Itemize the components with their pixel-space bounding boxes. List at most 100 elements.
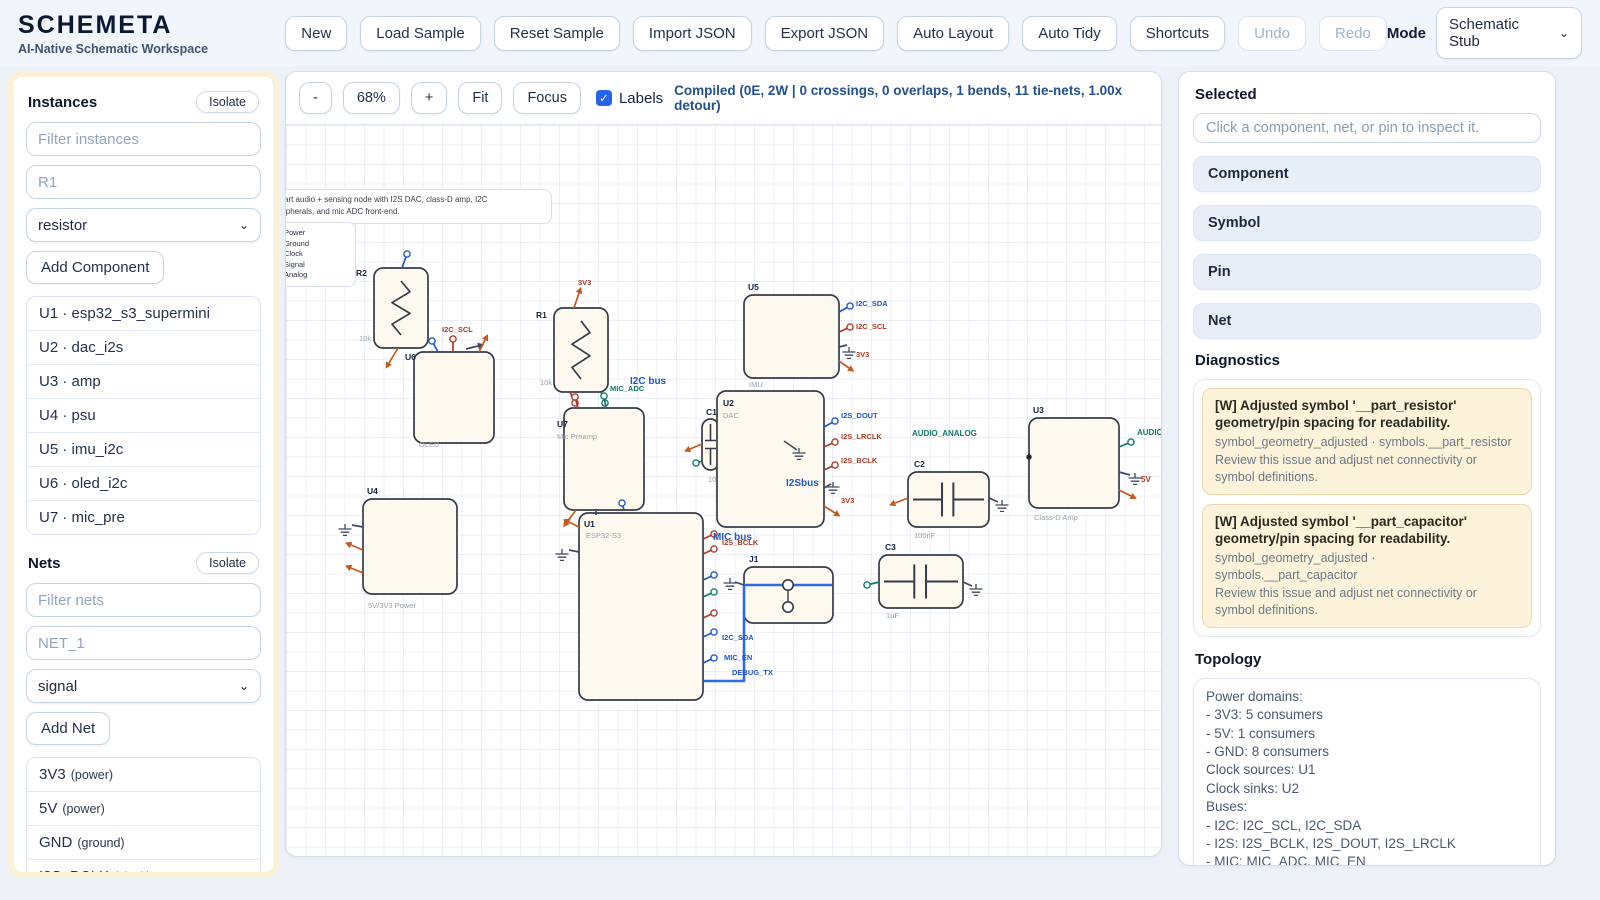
ground-icon[interactable] bbox=[827, 482, 840, 493]
instance-item-u5[interactable]: U5 · imu_i2c bbox=[27, 433, 260, 467]
net-label-i2s-dout[interactable]: I2S_DOUT bbox=[841, 411, 878, 420]
header-button-load-sample[interactable]: Load Sample bbox=[360, 16, 480, 51]
pin[interactable] bbox=[345, 542, 363, 550]
net-label-audio-analog[interactable]: AUDIO_ANALOG bbox=[1137, 428, 1161, 437]
instance-item-u2[interactable]: U2 · dac_i2s bbox=[27, 331, 260, 365]
net-item-i2s-bclk[interactable]: I2S_BCLK(clock) bbox=[27, 860, 260, 878]
component-R1[interactable]: R110k bbox=[536, 308, 608, 392]
pin[interactable] bbox=[839, 303, 853, 312]
pin[interactable] bbox=[345, 565, 363, 573]
pin[interactable] bbox=[864, 582, 879, 588]
net-label-5v[interactable]: 5V bbox=[1141, 475, 1151, 484]
pin[interactable] bbox=[989, 498, 998, 502]
pin[interactable] bbox=[703, 546, 717, 554]
header-button-undo[interactable]: Undo bbox=[1238, 16, 1306, 51]
header-button-shortcuts[interactable]: Shortcuts bbox=[1130, 16, 1225, 51]
zoom-level-button[interactable]: 68% bbox=[343, 82, 400, 114]
header-button-redo[interactable]: Redo bbox=[1319, 16, 1387, 51]
component-U6[interactable]: U6OLED bbox=[405, 352, 494, 449]
component-U5[interactable]: U5IMU bbox=[744, 282, 839, 389]
connector-port[interactable] bbox=[783, 580, 793, 590]
selected-section-component[interactable]: Component bbox=[1193, 156, 1541, 192]
net-label-i2c-sda[interactable]: I2C_SDA bbox=[856, 299, 888, 308]
header-button-export-json[interactable]: Export JSON bbox=[765, 16, 885, 51]
net-label-i2c-scl[interactable]: I2C_SCL bbox=[442, 325, 473, 334]
zoom-in-button[interactable]: + bbox=[411, 82, 447, 114]
component-C2[interactable]: C2100nF bbox=[908, 459, 989, 540]
component-U7[interactable]: U7Mic Preamp bbox=[557, 408, 644, 510]
fit-button[interactable]: Fit bbox=[458, 82, 502, 114]
instance-type-select[interactable]: resistor ⌄ bbox=[26, 208, 261, 242]
focus-button[interactable]: Focus bbox=[513, 82, 581, 114]
header-button-reset-sample[interactable]: Reset Sample bbox=[494, 16, 620, 51]
ground-icon[interactable] bbox=[339, 524, 352, 535]
pin[interactable] bbox=[703, 629, 717, 637]
net-label-3v3[interactable]: 3V3 bbox=[578, 278, 591, 287]
add-net-button[interactable]: Add Net bbox=[26, 712, 110, 745]
component-U1[interactable]: U1ESP32-S3 bbox=[579, 513, 703, 700]
pin[interactable] bbox=[450, 336, 456, 352]
header-button-new[interactable]: New bbox=[285, 16, 347, 51]
pin[interactable] bbox=[1119, 439, 1134, 447]
net-label-3v3[interactable]: 3V3 bbox=[841, 496, 854, 505]
labels-checkbox[interactable]: ✓ Labels bbox=[596, 90, 663, 107]
pin[interactable] bbox=[569, 550, 579, 552]
instance-name-input[interactable] bbox=[26, 165, 261, 199]
net-label-i2c-scl[interactable]: I2C_SCL bbox=[856, 322, 887, 331]
net-item-gnd[interactable]: GND(ground) bbox=[27, 826, 260, 860]
instance-item-u6[interactable]: U6 · oled_i2c bbox=[27, 467, 260, 501]
pin[interactable] bbox=[963, 582, 972, 586]
net-label-i2c-bus[interactable]: I2C bus bbox=[630, 376, 667, 387]
nets-isolate-button[interactable]: Isolate bbox=[196, 552, 259, 574]
net-label-debug-tx[interactable]: DEBUG_TX bbox=[732, 668, 773, 677]
pin[interactable] bbox=[574, 287, 582, 308]
connector-port[interactable] bbox=[783, 602, 793, 612]
diagnostic-warning-1[interactable]: [W] Adjusted symbol '__part_resistor' ge… bbox=[1202, 388, 1532, 495]
net-label-i2c-sda[interactable]: I2C_SDA bbox=[722, 633, 754, 642]
selected-section-net[interactable]: Net bbox=[1193, 303, 1541, 339]
ground-icon[interactable] bbox=[724, 578, 737, 589]
pin[interactable] bbox=[1119, 490, 1137, 499]
instances-isolate-button[interactable]: Isolate bbox=[196, 91, 259, 113]
net-label-audio-analog[interactable]: AUDIO_ANALOG bbox=[912, 429, 977, 438]
net-type-select[interactable]: signal ⌄ bbox=[26, 669, 261, 703]
pin[interactable] bbox=[824, 506, 840, 516]
selected-section-pin[interactable]: Pin bbox=[1193, 254, 1541, 290]
instance-item-u1[interactable]: U1 · esp32_s3_supermini bbox=[27, 297, 260, 331]
add-component-button[interactable]: Add Component bbox=[26, 251, 164, 284]
net-label-i2s-bclk[interactable]: I2S_BCLK bbox=[841, 456, 878, 465]
net-label-mic-bus[interactable]: MIC bus bbox=[713, 532, 752, 543]
component-U2[interactable]: U2DAC bbox=[717, 391, 824, 527]
instance-item-u4[interactable]: U4 · psu bbox=[27, 399, 260, 433]
net-item-5v[interactable]: 5V(power) bbox=[27, 792, 260, 826]
component-U4[interactable]: U45V/3V3 Power bbox=[363, 486, 457, 610]
selected-section-symbol[interactable]: Symbol bbox=[1193, 205, 1541, 241]
pin[interactable] bbox=[703, 572, 717, 580]
ground-icon[interactable] bbox=[556, 549, 569, 560]
header-button-auto-layout[interactable]: Auto Layout bbox=[897, 16, 1009, 51]
pin[interactable] bbox=[479, 334, 488, 352]
ground-icon[interactable] bbox=[843, 347, 856, 358]
net-label-i2sbus[interactable]: I2Sbus bbox=[786, 478, 819, 489]
net-label-mic-en[interactable]: MIC_EN bbox=[724, 653, 752, 662]
ground-icon[interactable] bbox=[1129, 473, 1142, 484]
pin[interactable] bbox=[824, 439, 838, 447]
pin[interactable] bbox=[703, 589, 717, 597]
header-button-import-json[interactable]: Import JSON bbox=[633, 16, 752, 51]
component-R2[interactable]: R210k bbox=[356, 268, 428, 348]
filter-instances-input[interactable] bbox=[26, 122, 261, 156]
pin[interactable] bbox=[386, 348, 398, 369]
pin[interactable] bbox=[684, 444, 702, 452]
pin[interactable] bbox=[703, 610, 717, 618]
net-label-i2s-lrclk[interactable]: I2S_LRCLK bbox=[841, 432, 882, 441]
pin[interactable] bbox=[839, 345, 847, 347]
schematic-canvas[interactable]: R210kU6OLEDR110kU5IMUC110U2DACU7Mic Prea… bbox=[286, 125, 1161, 856]
pin[interactable] bbox=[839, 361, 854, 372]
instance-item-u7[interactable]: U7 · mic_pre bbox=[27, 501, 260, 534]
pin[interactable] bbox=[402, 251, 410, 268]
schematic-svg[interactable]: R210kU6OLEDR110kU5IMUC110U2DACU7Mic Prea… bbox=[286, 125, 1161, 856]
net-label-3v3[interactable]: 3V3 bbox=[856, 350, 869, 359]
pin[interactable] bbox=[1119, 472, 1130, 475]
pin[interactable] bbox=[889, 498, 908, 506]
net-name-input[interactable] bbox=[26, 626, 261, 660]
